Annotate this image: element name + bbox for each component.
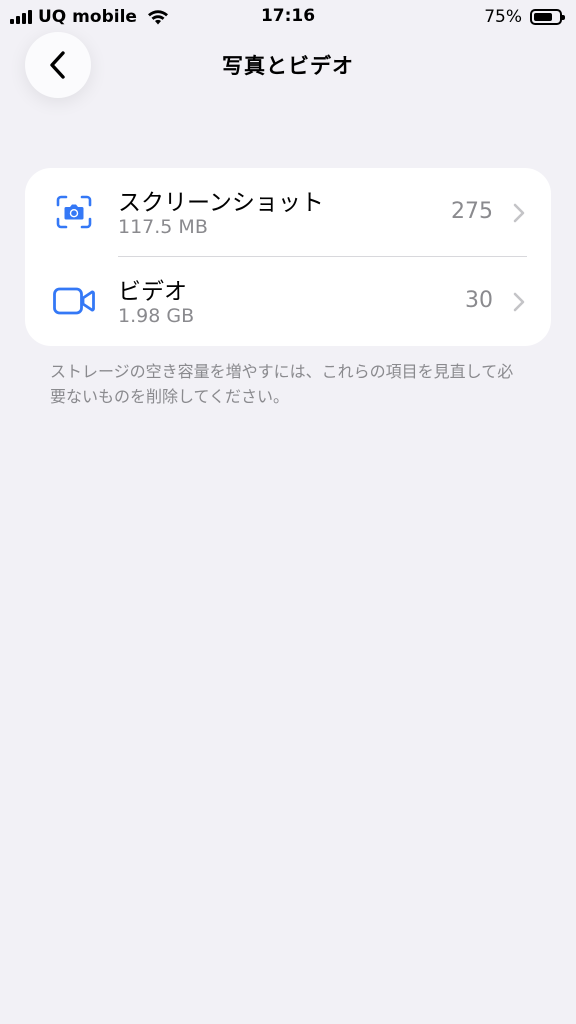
list-item-title: スクリーンショット — [118, 190, 324, 216]
list-item-screenshots[interactable]: スクリーンショット 117.5 MB 275 — [25, 168, 551, 257]
list-item-videos[interactable]: ビデオ 1.98 GB 30 — [25, 257, 551, 346]
list-item-size: 117.5 MB — [118, 216, 208, 238]
page-title: 写真とビデオ — [222, 54, 354, 78]
status-bar: UQ mobile 17:16 75% — [0, 0, 576, 34]
footnote-text: ストレージの空き容量を増やすには、これらの項目を見直して必要ないものを削除してく… — [50, 362, 514, 406]
battery-icon — [530, 9, 565, 25]
screenshot-icon — [53, 194, 95, 230]
list-item-count: 30 — [465, 288, 493, 313]
status-right: 75% — [484, 6, 565, 28]
list-item-size: 1.98 GB — [118, 305, 195, 327]
list-item-count: 275 — [451, 199, 493, 224]
chevron-right-icon — [513, 292, 525, 312]
media-list: スクリーンショット 117.5 MB 275 ビデオ 1.98 GB 30 — [25, 168, 551, 346]
video-camera-icon — [53, 283, 95, 319]
battery-percent: 75% — [484, 7, 522, 27]
list-item-title: ビデオ — [118, 279, 187, 305]
chevron-right-icon — [513, 203, 525, 223]
navigation-bar: 写真とビデオ — [0, 30, 576, 100]
battery-fill — [534, 13, 552, 21]
